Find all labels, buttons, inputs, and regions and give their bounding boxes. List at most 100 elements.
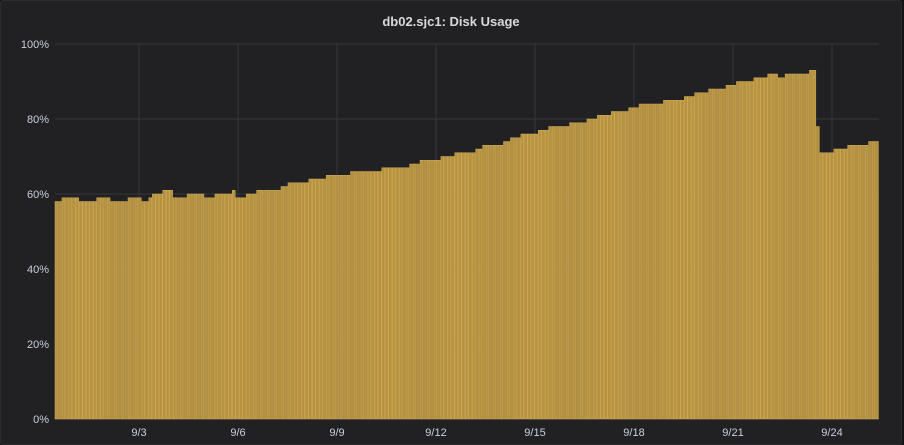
bar[interactable] xyxy=(684,96,688,420)
bar[interactable] xyxy=(586,118,591,420)
bar[interactable] xyxy=(308,178,312,420)
bar[interactable] xyxy=(72,197,76,420)
bar[interactable] xyxy=(312,178,316,420)
bar[interactable] xyxy=(527,133,531,420)
bar[interactable] xyxy=(864,145,869,420)
bar[interactable] xyxy=(256,190,260,420)
bar[interactable] xyxy=(374,171,378,420)
bar[interactable] xyxy=(764,77,768,420)
bar[interactable] xyxy=(294,182,299,420)
bar[interactable] xyxy=(249,193,253,420)
bar[interactable] xyxy=(423,160,427,420)
bar[interactable] xyxy=(732,85,737,420)
bar[interactable] xyxy=(145,201,149,420)
bar[interactable] xyxy=(701,92,705,420)
bar[interactable] xyxy=(134,197,139,420)
bar[interactable] xyxy=(211,197,215,420)
bar[interactable] xyxy=(590,118,594,420)
bar[interactable] xyxy=(830,152,834,420)
bar[interactable] xyxy=(739,81,744,420)
bar[interactable] xyxy=(489,145,493,420)
bar[interactable] xyxy=(593,118,598,420)
bar[interactable] xyxy=(558,126,563,420)
bar[interactable] xyxy=(617,111,622,420)
bar[interactable] xyxy=(718,88,723,420)
bar[interactable] xyxy=(767,73,771,420)
bar[interactable] xyxy=(475,148,479,420)
bar[interactable] xyxy=(454,152,458,420)
bar[interactable] xyxy=(162,190,166,420)
bar[interactable] xyxy=(614,111,618,420)
bar[interactable] xyxy=(847,145,851,420)
bar[interactable] xyxy=(409,163,413,420)
bar[interactable] xyxy=(677,100,681,420)
bar[interactable] xyxy=(225,193,229,420)
bar[interactable] xyxy=(371,171,375,420)
bar[interactable] xyxy=(301,182,305,420)
bar[interactable] xyxy=(798,73,803,420)
bar[interactable] xyxy=(186,193,191,420)
bar[interactable] xyxy=(611,111,615,420)
bar[interactable] xyxy=(465,152,469,420)
bar[interactable] xyxy=(367,171,372,420)
bar[interactable] xyxy=(687,96,691,420)
bar[interactable] xyxy=(214,193,219,420)
bar[interactable] xyxy=(868,141,872,420)
bar[interactable] xyxy=(287,182,292,420)
bar[interactable] xyxy=(736,81,740,420)
bar[interactable] xyxy=(538,130,542,420)
bar[interactable] xyxy=(621,111,625,420)
bar[interactable] xyxy=(746,81,751,420)
bar[interactable] xyxy=(433,160,438,420)
bar[interactable] xyxy=(416,163,420,420)
bar[interactable] xyxy=(492,145,497,420)
bar[interactable] xyxy=(92,201,97,420)
bar[interactable] xyxy=(183,197,187,420)
bar[interactable] xyxy=(600,115,604,420)
bar[interactable] xyxy=(458,152,462,420)
bar[interactable] xyxy=(725,85,730,420)
bar[interactable] xyxy=(722,88,726,420)
bar[interactable] xyxy=(510,137,514,420)
bar[interactable] xyxy=(204,197,208,420)
bar[interactable] xyxy=(607,115,611,420)
bar[interactable] xyxy=(743,81,747,420)
bar[interactable] xyxy=(823,152,827,420)
bar[interactable] xyxy=(478,148,483,420)
bar[interactable] xyxy=(711,88,716,420)
bar[interactable] xyxy=(378,171,382,420)
bar[interactable] xyxy=(444,156,448,420)
bar[interactable] xyxy=(850,145,855,420)
bar[interactable] xyxy=(99,197,104,420)
bar[interactable] xyxy=(760,77,764,420)
bar[interactable] xyxy=(697,92,702,420)
bar[interactable] xyxy=(412,163,417,420)
bar[interactable] xyxy=(562,126,566,420)
bar[interactable] xyxy=(461,152,465,420)
bar[interactable] xyxy=(565,126,570,420)
bar[interactable] xyxy=(110,201,114,420)
bar[interactable] xyxy=(663,100,667,420)
bar[interactable] xyxy=(437,160,441,420)
bar[interactable] xyxy=(548,126,552,420)
bar[interactable] xyxy=(89,201,93,420)
bar[interactable] xyxy=(440,156,445,420)
bar[interactable] xyxy=(680,100,684,420)
bar[interactable] xyxy=(715,88,719,420)
bar[interactable] xyxy=(190,193,194,420)
bar[interactable] xyxy=(398,167,403,420)
bar[interactable] xyxy=(336,175,340,420)
bar[interactable] xyxy=(875,141,879,420)
bar[interactable] xyxy=(228,193,232,420)
bar[interactable] xyxy=(485,145,490,420)
bar[interactable] xyxy=(127,197,132,420)
bar[interactable] xyxy=(266,190,271,420)
bar[interactable] xyxy=(631,107,636,420)
bar[interactable] xyxy=(757,77,761,420)
bar[interactable] xyxy=(805,73,810,420)
bar[interactable] xyxy=(360,171,365,420)
bar[interactable] xyxy=(635,107,639,420)
bar[interactable] xyxy=(68,197,73,420)
bar[interactable] xyxy=(148,197,152,420)
bar[interactable] xyxy=(381,167,385,420)
